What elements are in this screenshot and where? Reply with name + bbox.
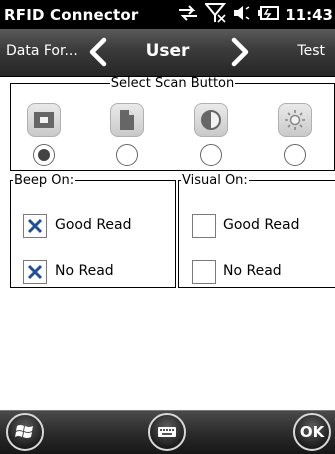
nav-prev-label[interactable]: Data For... bbox=[6, 43, 78, 59]
clock[interactable]: 11:43 bbox=[285, 6, 333, 24]
visual-good-read-checkbox[interactable] bbox=[192, 214, 216, 238]
scan-radio-1[interactable] bbox=[33, 144, 55, 166]
chevron-left-icon[interactable] bbox=[86, 37, 110, 67]
status-bar: RFID Connector 11:43 bbox=[0, 0, 335, 29]
keyboard-button[interactable] bbox=[148, 413, 186, 451]
beep-on-group: Beep On: Good Read No Read bbox=[10, 174, 176, 288]
start-button[interactable] bbox=[6, 413, 44, 451]
nav-next-label[interactable]: Test bbox=[297, 43, 325, 59]
visual-no-read-label[interactable]: No Read bbox=[223, 263, 282, 279]
connectivity-icon[interactable] bbox=[177, 4, 199, 26]
battery-icon[interactable] bbox=[257, 5, 280, 25]
check-x-icon bbox=[27, 218, 43, 234]
beep-no-read-checkbox[interactable] bbox=[23, 260, 47, 284]
visual-group-legend: Visual On: bbox=[182, 173, 248, 188]
scan-button-group: Select Scan Button bbox=[10, 77, 335, 171]
scan-button-option-1[interactable] bbox=[27, 103, 61, 137]
visual-no-read-checkbox[interactable] bbox=[192, 260, 216, 284]
bottom-bar: OK bbox=[0, 410, 335, 454]
beep-good-read-checkbox[interactable] bbox=[23, 214, 47, 238]
scan-button-option-4[interactable] bbox=[278, 103, 312, 137]
beep-group-legend: Beep On: bbox=[14, 173, 75, 188]
beep-good-read-label[interactable]: Good Read bbox=[55, 217, 132, 233]
visual-good-read-label[interactable]: Good Read bbox=[223, 217, 300, 233]
scan-radio-4[interactable] bbox=[284, 144, 306, 166]
radio-selected-dot bbox=[38, 149, 50, 161]
chevron-right-icon[interactable] bbox=[228, 37, 252, 67]
document-icon bbox=[120, 110, 134, 130]
scan-button-option-3[interactable] bbox=[194, 103, 228, 137]
visual-on-group: Visual On: Good Read No Read bbox=[178, 174, 335, 288]
brightness-icon bbox=[285, 110, 305, 130]
nav-bar: Data For... User Test bbox=[0, 29, 335, 77]
scan-group-legend: Select Scan Button bbox=[110, 76, 235, 91]
scan-button-option-2[interactable] bbox=[110, 103, 144, 137]
scan-radio-3[interactable] bbox=[200, 144, 222, 166]
ok-button[interactable]: OK bbox=[293, 413, 331, 451]
app-title: RFID Connector bbox=[4, 6, 139, 24]
scan-radio-2[interactable] bbox=[116, 144, 138, 166]
square-button-icon bbox=[34, 112, 54, 128]
contrast-icon bbox=[201, 110, 221, 130]
check-x-icon bbox=[27, 264, 43, 280]
volume-icon[interactable] bbox=[233, 4, 251, 26]
windows-start-icon bbox=[15, 425, 33, 438]
beep-no-read-label[interactable]: No Read bbox=[55, 263, 114, 279]
status-icons: 11:43 bbox=[177, 2, 335, 28]
signal-off-icon[interactable] bbox=[204, 3, 227, 27]
keyboard-icon bbox=[158, 427, 176, 437]
